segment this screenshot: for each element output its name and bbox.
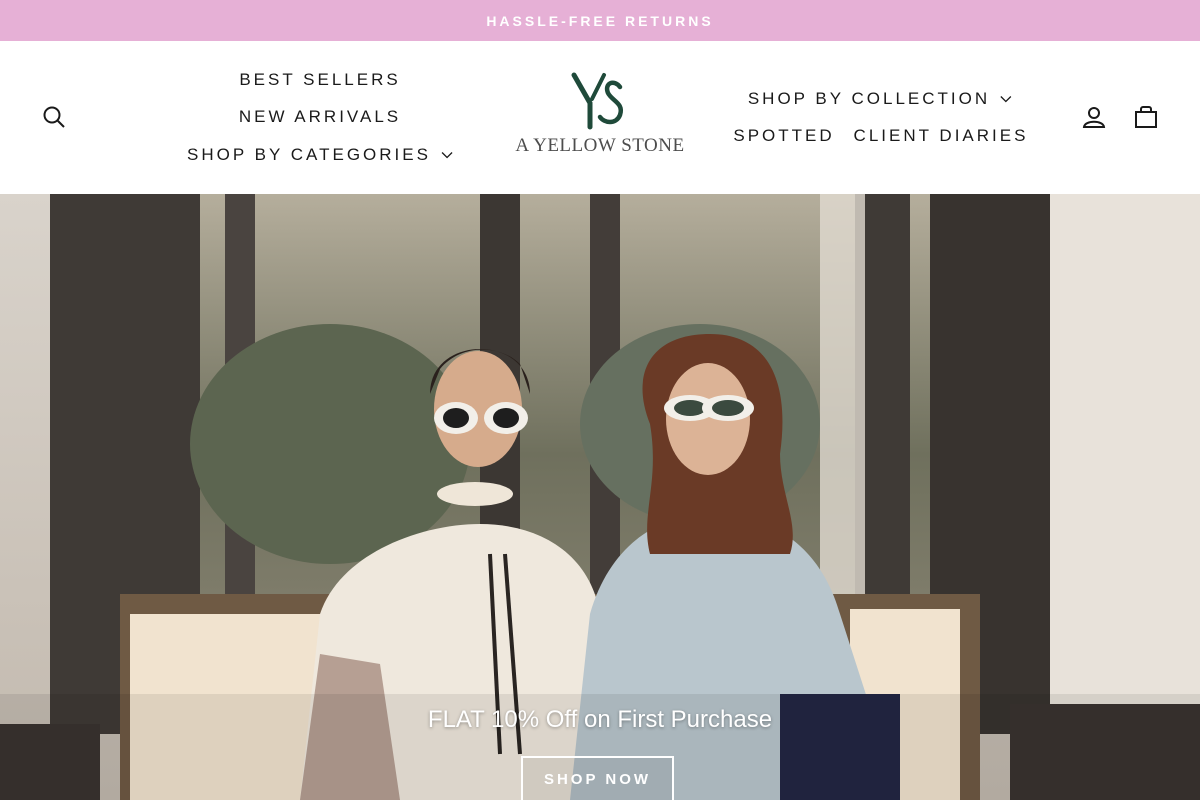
nav-shop-by-categories[interactable]: SHOP BY CATEGORIES bbox=[187, 145, 453, 165]
nav-client-diaries-label: CLIENT DIARIES bbox=[853, 126, 1029, 145]
hero-headline: FLAT 10% Off on First Purchase bbox=[427, 706, 773, 733]
site-header: BEST SELLERS NEW ARRIVALS SHOP BY CATEGO… bbox=[0, 41, 1200, 194]
nav-shop-by-categories-label: SHOP BY CATEGORIES bbox=[187, 145, 431, 164]
brand-logo[interactable]: A YELLOW STONE bbox=[515, 69, 685, 157]
hero-banner[interactable]: FLAT 10% Off on First Purchase SHOP NOW bbox=[0, 194, 1200, 800]
nav-best-sellers[interactable]: BEST SELLERS bbox=[239, 70, 400, 90]
nav-spotted[interactable]: SPOTTED bbox=[733, 126, 834, 146]
nav-spotted-label: SPOTTED bbox=[733, 126, 835, 145]
nav-best-sellers-label: BEST SELLERS bbox=[239, 70, 401, 89]
brand-name: A YELLOW STONE bbox=[515, 135, 685, 156]
brand-monogram bbox=[571, 72, 624, 130]
nav-new-arrivals-label: NEW ARRIVALS bbox=[238, 107, 402, 126]
chevron-down-icon bbox=[1000, 96, 1012, 103]
nav-new-arrivals[interactable]: NEW ARRIVALS bbox=[239, 107, 401, 127]
chevron-down-icon bbox=[441, 152, 453, 159]
announcement-bar: HASSLE-FREE RETURNS bbox=[0, 0, 1200, 41]
user-icon[interactable] bbox=[1078, 101, 1110, 133]
search-icon[interactable] bbox=[38, 101, 70, 133]
shop-now-button[interactable]: SHOP NOW bbox=[521, 756, 674, 800]
nav-shop-by-collection-label: SHOP BY COLLECTION bbox=[747, 89, 991, 108]
nav-client-diaries[interactable]: CLIENT DIARIES bbox=[854, 126, 1029, 146]
shopping-bag-icon[interactable] bbox=[1130, 101, 1162, 133]
announcement-text: HASSLE-FREE RETURNS bbox=[486, 12, 714, 29]
nav-shop-by-collection[interactable]: SHOP BY COLLECTION bbox=[748, 89, 1012, 109]
